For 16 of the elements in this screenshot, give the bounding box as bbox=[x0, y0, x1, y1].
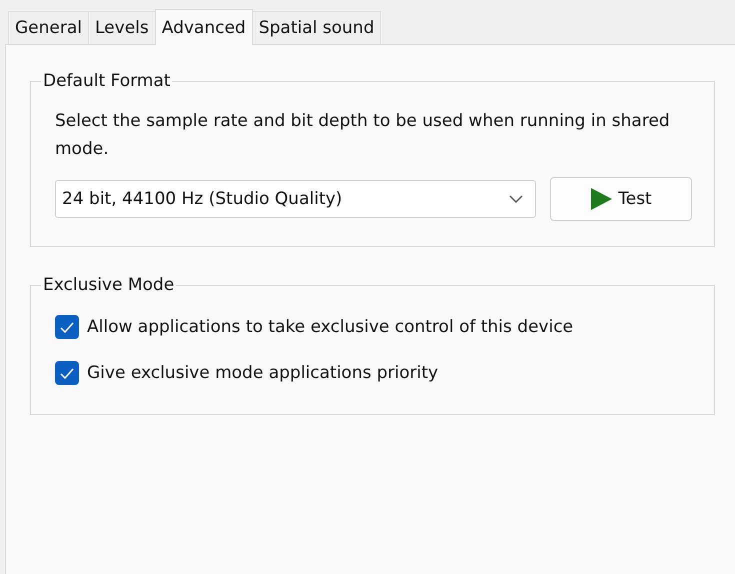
chevron-down-icon bbox=[509, 195, 523, 203]
checkmark-icon bbox=[60, 322, 74, 332]
checkbox-label: Give exclusive mode applications priority bbox=[87, 363, 438, 383]
group-title: Exclusive Mode bbox=[42, 275, 176, 295]
tab[interactable]: Advanced bbox=[154, 9, 253, 45]
format-dropdown[interactable]: 24 bit, 44100 Hz (Studio Quality) bbox=[55, 180, 536, 218]
tab[interactable]: Spatial sound bbox=[252, 11, 382, 44]
description-text: Select the sample rate and bit depth to be used when running in shared mode. bbox=[55, 110, 671, 161]
checkbox[interactable] bbox=[55, 361, 79, 385]
tab[interactable]: General bbox=[8, 11, 89, 44]
play-icon bbox=[590, 188, 612, 210]
checkmark-icon bbox=[60, 368, 74, 378]
group-title: Default Format bbox=[42, 71, 172, 91]
checkbox[interactable] bbox=[55, 315, 79, 339]
test-button[interactable]: Test bbox=[550, 177, 692, 221]
checkbox-label: Allow applications to take exclusive control of this device bbox=[87, 317, 574, 337]
